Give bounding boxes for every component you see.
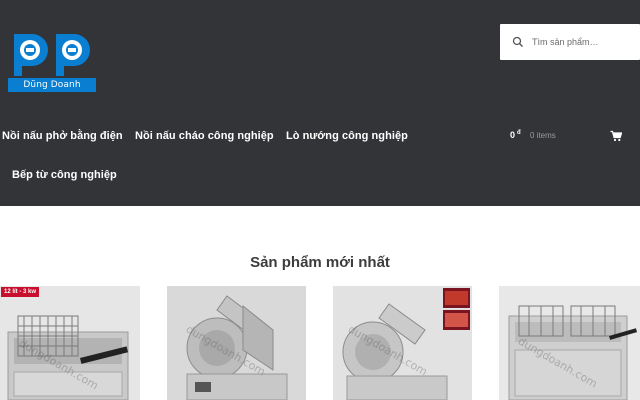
product-image xyxy=(167,286,306,400)
product-image xyxy=(333,286,472,400)
cart-amount: 0đ xyxy=(510,130,521,140)
site-logo[interactable]: Dũng Doanh xyxy=(8,30,96,92)
nav-item-noi-nau-chao[interactable]: Nồi nấu cháo công nghiệp xyxy=(135,130,274,142)
nav-item-lo-nuong[interactable]: Lò nướng công nghiệp xyxy=(286,130,408,142)
search-input[interactable] xyxy=(528,32,636,52)
cart-icon[interactable] xyxy=(610,130,622,142)
nav-item-bep-tu[interactable]: Bếp từ công nghiệp xyxy=(12,169,117,181)
logo-icon xyxy=(14,34,90,76)
nav-item-noi-nau-pho[interactable]: Nồi nấu phở bằng điện xyxy=(2,130,123,142)
search-box xyxy=(500,24,640,60)
site-header: Dũng Doanh Nồi nấu phở bằng điện Nồi nấu… xyxy=(0,0,640,206)
cart-item-count: 0 items xyxy=(530,131,556,140)
search-icon[interactable] xyxy=(512,36,524,48)
section-title: Sản phẩm mới nhất xyxy=(250,254,390,271)
product-grid: 12 lít - 3 kw dungdoanh.com dungdoanh.co… xyxy=(0,286,640,400)
product-badge: 12 lít - 3 kw xyxy=(1,287,40,297)
logo-text: Dũng Doanh xyxy=(8,78,96,92)
product-card[interactable]: dungdoanh.com xyxy=(499,286,640,400)
product-card[interactable]: dungdoanh.com xyxy=(333,286,472,400)
product-card[interactable]: dungdoanh.com xyxy=(167,286,306,400)
product-card[interactable]: 12 lít - 3 kw dungdoanh.com xyxy=(0,286,140,400)
